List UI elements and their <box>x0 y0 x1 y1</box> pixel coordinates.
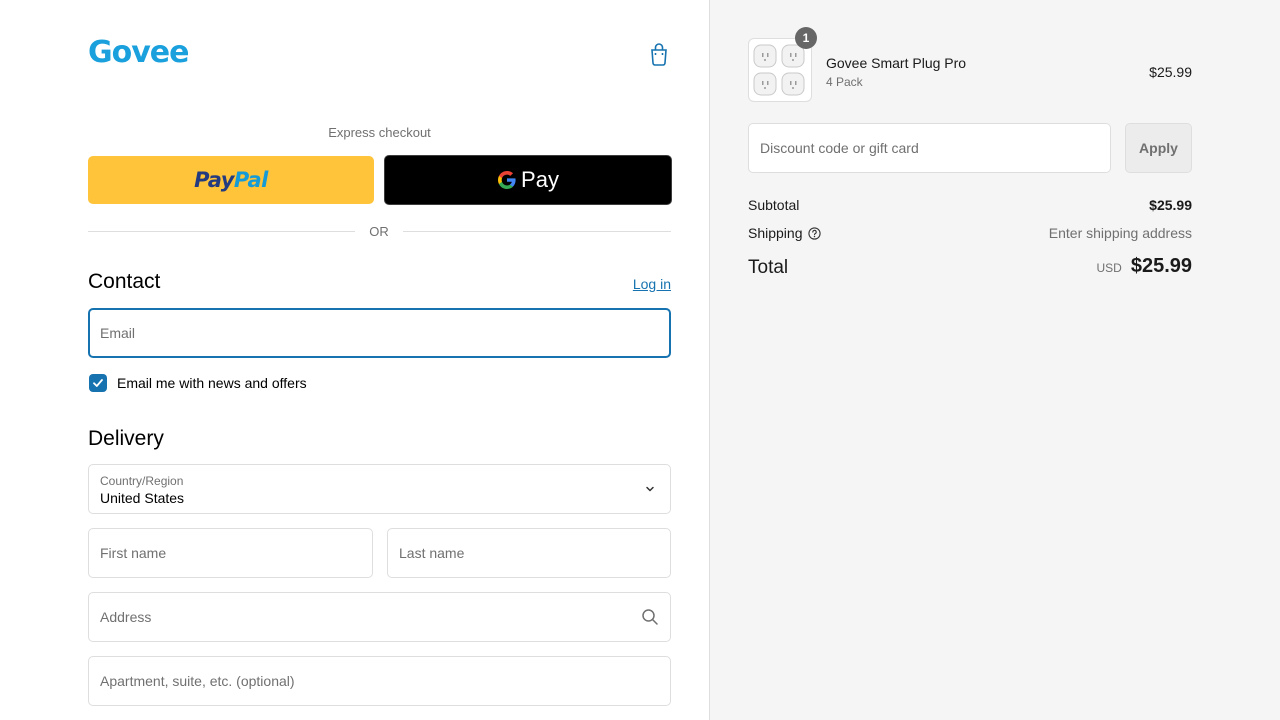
last-name-field[interactable]: Last name <box>387 528 671 578</box>
checkmark-icon <box>93 379 103 387</box>
paypal-logo: PayPal <box>194 168 268 192</box>
product-variant: 4 Pack <box>826 75 863 89</box>
country-label: Country/Region <box>100 474 184 488</box>
apply-button[interactable]: Apply <box>1125 123 1192 173</box>
or-separator: OR <box>88 222 671 242</box>
last-name-placeholder: Last name <box>399 545 465 561</box>
subtotal-value: $25.99 <box>1149 197 1192 213</box>
address-field[interactable]: Address <box>88 592 671 642</box>
google-g-icon <box>498 171 516 189</box>
shipping-value: Enter shipping address <box>1048 225 1192 241</box>
paypal-button[interactable]: PayPal <box>88 156 374 204</box>
first-name-placeholder: First name <box>100 545 167 561</box>
currency-code: USD <box>1096 261 1122 275</box>
first-name-field[interactable]: First name <box>88 528 373 578</box>
product-price: $25.99 <box>1149 64 1192 80</box>
newsletter-label: Email me with news and offers <box>117 375 307 391</box>
google-pay-label: Pay <box>521 167 559 192</box>
newsletter-checkbox[interactable] <box>89 374 107 392</box>
quantity-badge: 1 <box>795 27 817 49</box>
apartment-field[interactable]: Apartment, suite, etc. (optional) <box>88 656 671 706</box>
login-link[interactable]: Log in <box>600 276 671 292</box>
total-label: Total <box>748 257 789 278</box>
search-icon <box>642 609 658 625</box>
country-value: United States <box>100 490 185 506</box>
discount-placeholder: Discount code or gift card <box>760 140 919 156</box>
shipping-label: Shipping <box>748 225 803 241</box>
country-select[interactable]: Country/Region United States <box>88 464 671 514</box>
email-field[interactable]: Email <box>88 308 671 358</box>
express-checkout-label: Express checkout <box>328 125 431 140</box>
help-circle-icon[interactable] <box>808 227 821 240</box>
chevron-down-icon <box>646 486 654 492</box>
svg-text:Govee: Govee <box>88 35 188 70</box>
total-amount: $25.99 <box>1130 255 1192 277</box>
address-placeholder: Address <box>100 609 152 625</box>
govee-logo[interactable]: Govee <box>88 34 189 70</box>
contact-heading: Contact <box>88 270 161 293</box>
apartment-placeholder: Apartment, suite, etc. (optional) <box>100 673 295 689</box>
google-pay-button[interactable]: Pay <box>384 155 672 205</box>
shopping-bag-icon[interactable] <box>648 42 670 66</box>
total-value: USD $25.99 <box>1096 255 1192 278</box>
delivery-heading: Delivery <box>88 427 164 450</box>
subtotal-label: Subtotal <box>748 197 800 213</box>
checkout-main: Govee Express checkout PayPal Pay OR Con… <box>0 0 709 720</box>
order-summary: 1 Govee Smart Plug Pro 4 Pack $25.99 Dis… <box>710 0 1280 720</box>
discount-code-input[interactable]: Discount code or gift card <box>748 123 1111 173</box>
email-placeholder: Email <box>100 325 136 341</box>
product-name: Govee Smart Plug Pro <box>826 55 967 71</box>
